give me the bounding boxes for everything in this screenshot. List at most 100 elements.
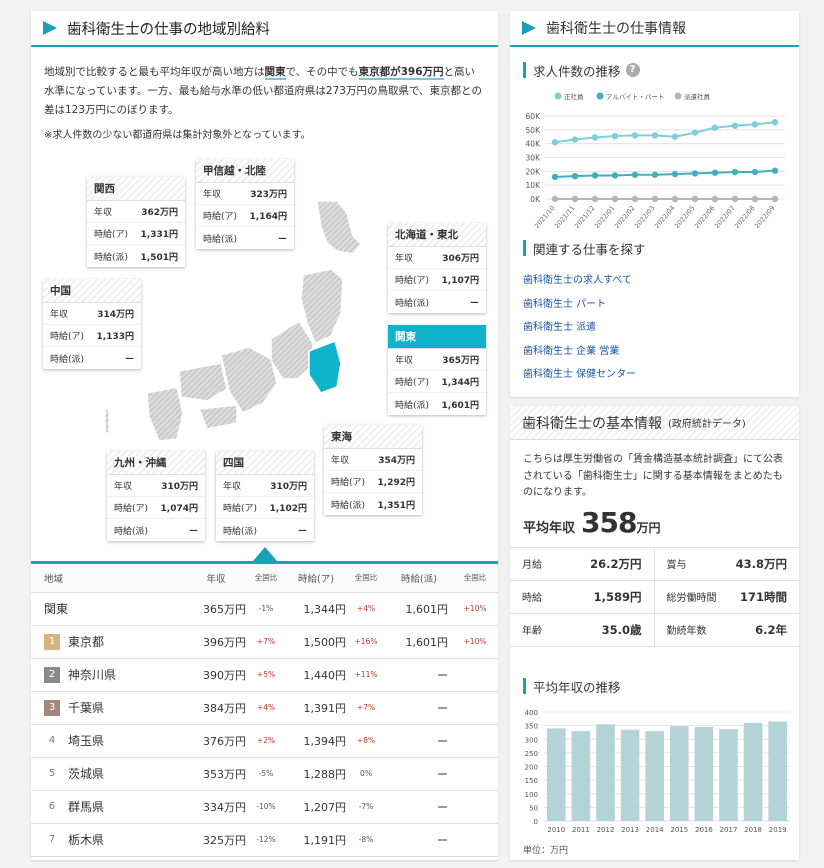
y-tick-label: 30K — [526, 154, 542, 163]
help-icon[interactable]: ? — [625, 63, 640, 77]
info-cell: 賞与 43.8万円 — [654, 548, 799, 581]
row-part: 1,500円 — [286, 625, 346, 659]
rank-badge: 4 — [48, 735, 56, 747]
bar — [571, 731, 591, 821]
row-annual: 396万円 — [186, 625, 246, 659]
table-row[interactable]: 7 栃木県 325万円 -12% 1,191円 -8% ー — [31, 823, 498, 857]
row-part: 1,394円 — [286, 724, 346, 758]
x-tick-label: 2022/03 — [633, 204, 656, 230]
data-point — [751, 121, 759, 128]
job-info-header: 歯科衛生士の仕事情報 — [510, 11, 799, 47]
map-kyushu — [146, 386, 184, 442]
link-sales[interactable]: 歯科衛生士 企業 営業 — [523, 338, 636, 362]
region-box-kanto[interactable]: 関東 年収 365万円 時給(ア) 1,344円 時給(派) 1,601円 — [388, 325, 486, 415]
row-dispatch: 1,601円 — [386, 592, 452, 626]
table-header-row: 地域 年収 全国比 時給(ア) 全国比 時給(派) 全国比 — [31, 564, 498, 593]
x-tick-label: 2011 — [572, 826, 590, 834]
y-tick-label: 200 — [525, 764, 538, 772]
bar — [670, 726, 689, 821]
y-tick-label: 60K — [526, 112, 542, 121]
y-tick-label: 50K — [526, 126, 542, 135]
regional-salary-card: 歯科衛生士の仕事の地域別給料 地域別で比較すると最も平均年収が高い地方は関東で、… — [31, 11, 498, 860]
x-tick-label: 2022/07 — [713, 204, 736, 230]
row-name: 神奈川県 — [68, 667, 117, 682]
row-part: 1,288円 — [286, 757, 346, 791]
table-row[interactable]: 1 東京都 396万円 +7% 1,500円 +16% 1,601円 +10% — [31, 625, 498, 659]
table-row[interactable]: 5 茨城県 353万円 -5% 1,288円 0% ー — [31, 757, 498, 791]
link-all-jobs[interactable]: 歯科衛生士の求人すべて — [523, 267, 636, 291]
row-dispatch-pct — [452, 658, 498, 692]
pointer-triangle — [253, 547, 277, 561]
table-row[interactable]: 4 埼玉県 376万円 +2% 1,394円 +8% ー — [31, 724, 498, 758]
link-part[interactable]: 歯科衛生士 パート — [523, 291, 636, 315]
x-tick-label: 2021/10 — [533, 204, 556, 230]
legend-label: 派遣社員 — [684, 92, 711, 101]
data-point — [731, 122, 739, 129]
map-kanto — [308, 340, 342, 394]
region-box-hokkaido[interactable]: 北海道・東北 年収 306万円 時給(ア) 1,107円 時給(派) ー — [388, 223, 486, 313]
region-box-shikoku[interactable]: 四国 年収 310万円 時給(ア) 1,102円 時給(派) ー — [216, 451, 314, 541]
table-row[interactable]: 関東 365万円 -1% 1,344円 +4% 1,601円 +10% — [31, 592, 498, 626]
basic-info-title: 歯科衛生士の基本情報 — [522, 415, 662, 432]
basic-info-header: 歯科衛生士の基本情報 (政府統計データ) — [510, 406, 799, 440]
x-tick-label: 2022/08 — [733, 204, 756, 230]
link-health-center[interactable]: 歯科衛生士 保健センター — [523, 361, 636, 385]
y-tick-label: 40K — [526, 140, 542, 149]
unit-note: 単位：万円 — [523, 846, 569, 856]
prefecture-table: 地域 年収 全国比 時給(ア) 全国比 時給(派) 全国比 関東 365万円 -… — [31, 564, 498, 857]
data-point — [691, 195, 699, 203]
bar — [768, 721, 787, 821]
basic-info-desc: こちらは厚生労働省の「賃金構造基本統計調査」にて公表されている「歯科衛生士」に関… — [523, 454, 783, 498]
x-tick-label: 2021/12 — [573, 204, 596, 230]
data-point — [611, 195, 619, 203]
x-tick-label: 2022/01 — [593, 204, 616, 230]
row-dispatch-pct: +10% — [452, 592, 498, 626]
x-tick-label: 2013 — [621, 826, 639, 834]
region-box-chugoku[interactable]: 中国 年収 314万円 時給(ア) 1,133円 時給(派) ー — [43, 279, 141, 369]
bar — [620, 729, 640, 821]
x-tick-label: 2010 — [547, 826, 565, 834]
table-row[interactable]: 6 群馬県 334万円 -10% 1,207円 -7% ー — [31, 790, 498, 824]
row-part-pct: -7% — [346, 790, 386, 824]
row-dispatch: ー — [386, 658, 452, 692]
annual-salary-bar-chart: 0 50 100 150 200 250 300 350 400 2010 2011 2012 2013… — [525, 709, 790, 834]
row-dispatch: ー — [386, 691, 452, 725]
data-point — [691, 170, 699, 177]
table-row[interactable]: 2 神奈川県 390万円 +5% 1,440円 +11% ー — [31, 658, 498, 692]
region-box-tokai[interactable]: 東海 年収 354万円 時給(ア) 1,292円 時給(派) 1,351円 — [324, 425, 422, 515]
y-tick-label: 0K — [530, 195, 541, 204]
row-dispatch-pct — [452, 724, 498, 758]
description: 地域別で比較すると最も平均年収が高い地方は関東で、その中でも東京都が396万円と… — [44, 66, 482, 116]
info-grid: 月給 26.2万円 賞与 43.8万円 時給 1,589円 総労働時間 171時間 年齢 35.0… — [510, 546, 799, 647]
job-count-line-chart: 正社員 アルバイト・パート 派遣社員 0K 10K 20K 30K 40K 50K 60K 2021… — [526, 92, 785, 230]
row-part-pct: +7% — [346, 691, 386, 725]
x-tick-label: 2021/11 — [553, 204, 576, 230]
data-point — [631, 171, 639, 178]
row-dispatch: ー — [386, 790, 452, 824]
row-annual: 384万円 — [186, 691, 246, 725]
region-box-koshinetsu[interactable]: 甲信越・北陸 年収 323万円 時給(ア) 1,164円 時給(派) ー — [196, 159, 294, 249]
link-dispatch[interactable]: 歯科衛生士 派遣 — [523, 314, 636, 338]
x-tick-label: 2019 — [769, 826, 787, 834]
x-tick-label: 2022/06 — [693, 204, 716, 230]
row-annual: 325万円 — [186, 823, 246, 857]
bar — [596, 724, 615, 821]
map-chubu — [270, 319, 314, 380]
row-name: 千葉県 — [68, 700, 105, 715]
row-dispatch-pct — [452, 823, 498, 857]
legend-label: アルバイト・パート — [606, 93, 664, 101]
region-box-kansai[interactable]: 関西 年収 362万円 時給(ア) 1,331円 時給(派) 1,501円 — [87, 177, 185, 267]
data-point — [611, 172, 619, 179]
map-hokkaido — [316, 200, 363, 255]
row-annual-pct: -5% — [246, 757, 286, 791]
info-cell: 勤続年数 6.2年 — [654, 614, 799, 647]
data-point — [711, 195, 719, 203]
x-tick-label: 2018 — [744, 826, 762, 834]
y-tick-label: 10K — [526, 181, 542, 190]
row-part-pct: +11% — [346, 658, 386, 692]
row-part: 1,344円 — [286, 592, 346, 626]
region-box-kyushu[interactable]: 九州・沖縄 年収 310万円 時給(ア) 1,074円 時給(派) ー — [107, 451, 205, 541]
row-annual-pct: +4% — [246, 691, 286, 725]
table-row[interactable]: 3 千葉県 384万円 +4% 1,391円 +7% ー — [31, 691, 498, 725]
x-tick-label: 2022/05 — [673, 204, 696, 230]
